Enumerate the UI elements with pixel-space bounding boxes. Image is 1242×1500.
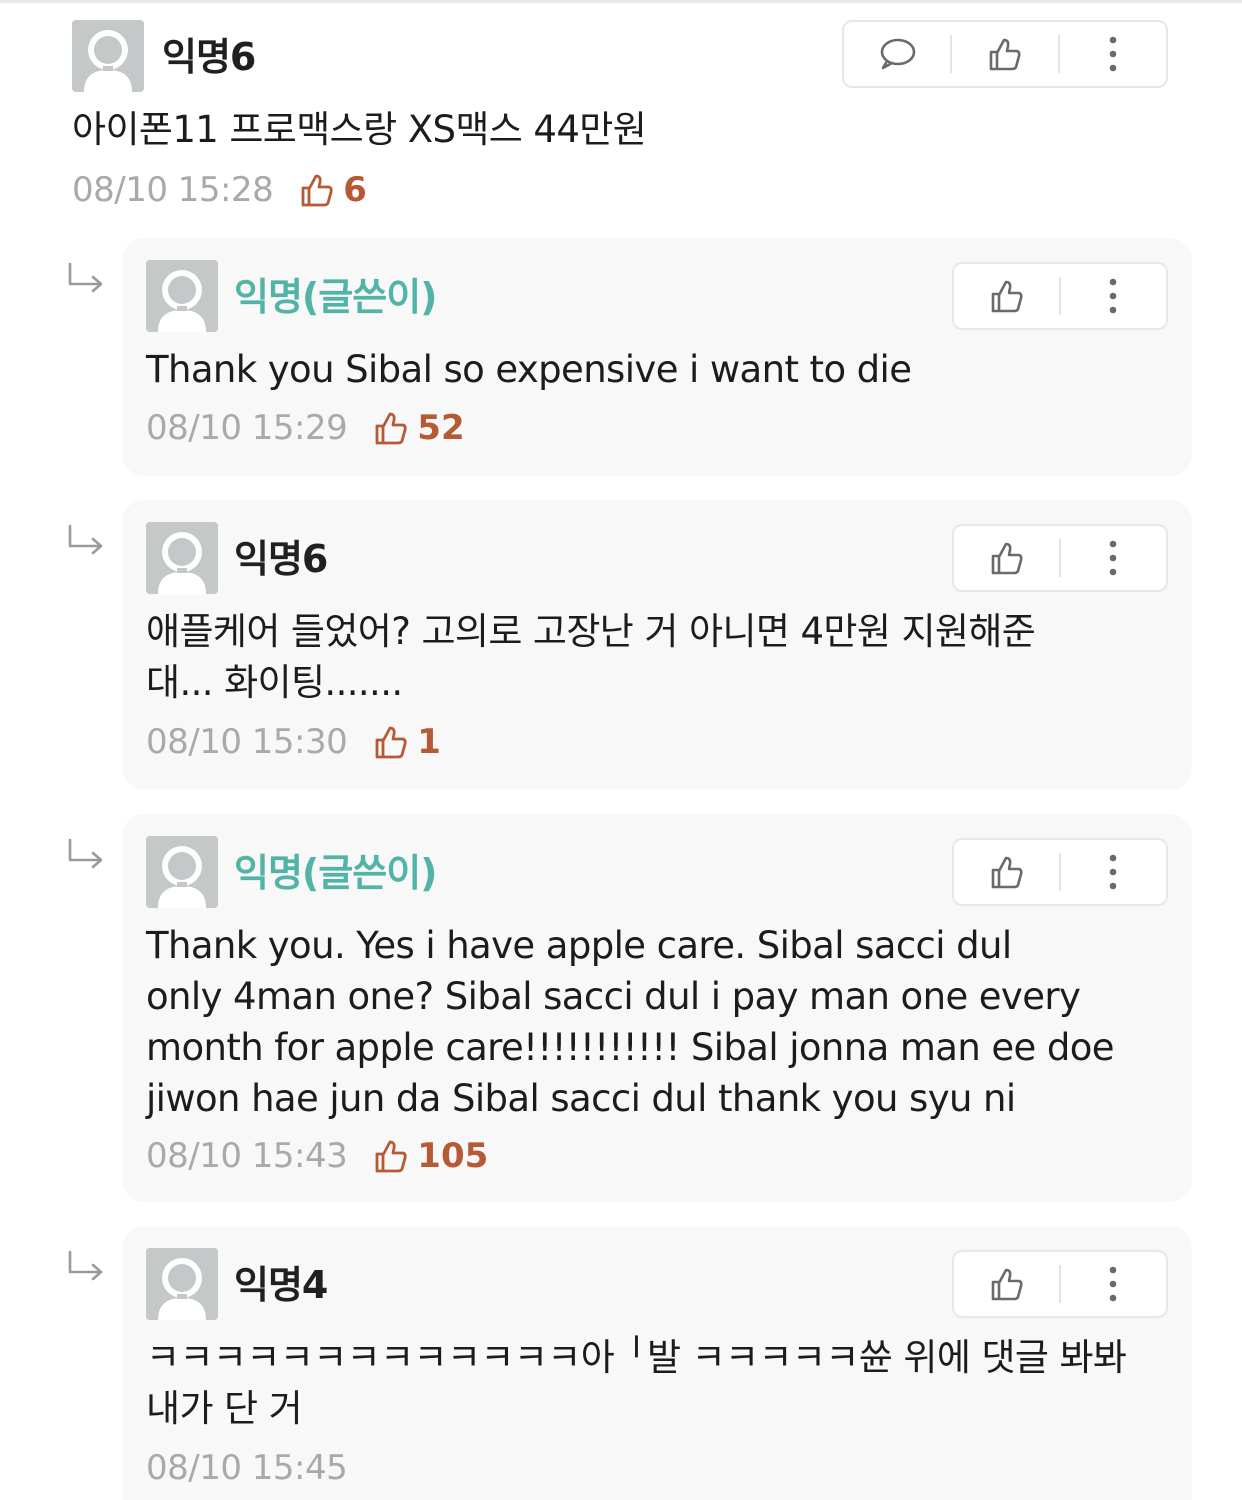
thumbs-up-icon <box>373 724 409 760</box>
more-vertical-icon <box>1110 854 1117 890</box>
more-button[interactable] <box>1061 264 1166 328</box>
reply-text-line: Thank you. Yes i have apple care. Sibal … <box>146 924 1012 967</box>
reply-card: 익명(글쓴이) Thank you. Yes i have apple care… <box>122 814 1192 1202</box>
comment-icon <box>880 38 916 70</box>
thumbs-up-icon <box>991 542 1023 575</box>
reply-arrow-icon <box>68 1250 103 1281</box>
thumbs-up-icon <box>991 856 1023 889</box>
thumbs-up-icon <box>991 280 1023 313</box>
reply-meta: 08/10 15:45 <box>146 1448 348 1488</box>
reply-text-line: 애플케어 들었어? 고의로 고장난 거 아니면 4만원 지원해준 <box>146 610 1036 653</box>
more-vertical-icon <box>1110 1266 1117 1302</box>
reply-text-line: 대... 화이팅....... <box>146 661 403 704</box>
like-button[interactable] <box>954 526 1059 590</box>
thumbs-up-icon <box>991 1268 1023 1301</box>
like-count: 105 <box>417 1136 489 1176</box>
reply-text: 애플케어 들었어? 고의로 고장난 거 아니면 4만원 지원해준 대... 화이… <box>146 606 1036 708</box>
like-button[interactable] <box>954 1252 1059 1316</box>
timestamp: 08/10 15:28 <box>72 170 274 210</box>
comment-text: 아이폰11 프로맥스랑 XS맥스 44만원 <box>72 108 647 151</box>
top-divider <box>0 0 1242 3</box>
timestamp: 08/10 15:45 <box>146 1448 348 1488</box>
more-button[interactable] <box>1060 22 1166 86</box>
more-vertical-icon <box>1110 540 1117 576</box>
comment-button[interactable] <box>844 22 950 86</box>
like-button[interactable] <box>952 22 1058 86</box>
reply-actions <box>952 1250 1168 1318</box>
avatar <box>146 1248 218 1320</box>
like-count: 1 <box>417 722 441 762</box>
reply-actions <box>952 838 1168 906</box>
reply-meta: 08/10 15:30 1 <box>146 722 441 762</box>
reply-arrow-icon <box>68 838 103 869</box>
like-count: 52 <box>417 408 465 448</box>
avatar <box>72 20 144 92</box>
avatar <box>146 522 218 594</box>
reply-text: Thank you. Yes i have apple care. Sibal … <box>146 920 1115 1124</box>
more-button[interactable] <box>1061 840 1166 904</box>
reply-arrow-icon <box>68 524 103 555</box>
more-button[interactable] <box>1061 526 1166 590</box>
reply-text-line: ㅋㅋㅋㅋㅋㅋㅋㅋㅋㅋㅋㅋㅋ아 ╵발 ㅋㅋㅋㅋㅋ쓘 위에 댓글 봐봐 <box>146 1336 1127 1379</box>
more-vertical-icon <box>1110 278 1117 314</box>
timestamp: 08/10 15:29 <box>146 408 348 448</box>
like-button[interactable] <box>954 264 1059 328</box>
reply-text: Thank you Sibal so expensive i want to d… <box>146 344 912 395</box>
comment-actions <box>842 20 1168 88</box>
reply-text-line: jiwon hae jun da Sibal sacci dul thank y… <box>146 1077 1016 1120</box>
avatar <box>146 260 218 332</box>
comment-meta: 08/10 15:28 6 <box>72 170 367 210</box>
reply-text-line: Thank you Sibal so expensive i want to d… <box>146 348 912 391</box>
reply-actions <box>952 524 1168 592</box>
author-name: 익명6 <box>234 537 328 581</box>
reply-text-line: only 4man one? Sibal sacci dul i pay man… <box>146 975 1081 1018</box>
thumbs-up-icon <box>373 410 409 446</box>
more-vertical-icon <box>1109 36 1117 72</box>
reply-text-line: 내가 단 거 <box>146 1387 303 1430</box>
reply-arrow-icon <box>68 262 103 293</box>
reply-meta: 08/10 15:29 52 <box>146 408 465 448</box>
reply-meta: 08/10 15:43 105 <box>146 1136 488 1176</box>
like-count: 6 <box>343 170 367 210</box>
more-button[interactable] <box>1061 1252 1166 1316</box>
avatar <box>146 836 218 908</box>
thumbs-up-icon <box>299 172 335 208</box>
timestamp: 08/10 15:43 <box>146 1136 348 1176</box>
reply-text-line: month for apple care!!!!!!!!!!! Sibal jo… <box>146 1026 1115 1069</box>
author-name: 익명(글쓴이) <box>234 275 438 319</box>
reply-actions <box>952 262 1168 330</box>
author-name: 익명(글쓴이) <box>234 851 438 895</box>
reply-card: 익명(글쓴이) Thank you Sibal so expensive i w… <box>122 238 1192 476</box>
thumbs-up-icon <box>373 1138 409 1174</box>
timestamp: 08/10 15:30 <box>146 722 348 762</box>
reply-text: ㅋㅋㅋㅋㅋㅋㅋㅋㅋㅋㅋㅋㅋ아 ╵발 ㅋㅋㅋㅋㅋ쓘 위에 댓글 봐봐 내가 단 거 <box>146 1332 1127 1434</box>
author-name: 익명4 <box>234 1263 328 1307</box>
reply-card: 익명6 애플케어 들었어? 고의로 고장난 거 아니면 4만원 지원해준 대..… <box>122 500 1192 790</box>
thumbs-up-icon <box>989 38 1021 71</box>
reply-card: 익명4 ㅋㅋㅋㅋㅋㅋㅋㅋㅋㅋㅋㅋㅋ아 ╵발 ㅋㅋㅋㅋㅋ쓘 위에 댓글 봐봐 내가… <box>122 1226 1192 1500</box>
like-button[interactable] <box>954 840 1059 904</box>
author-name: 익명6 <box>162 35 256 79</box>
